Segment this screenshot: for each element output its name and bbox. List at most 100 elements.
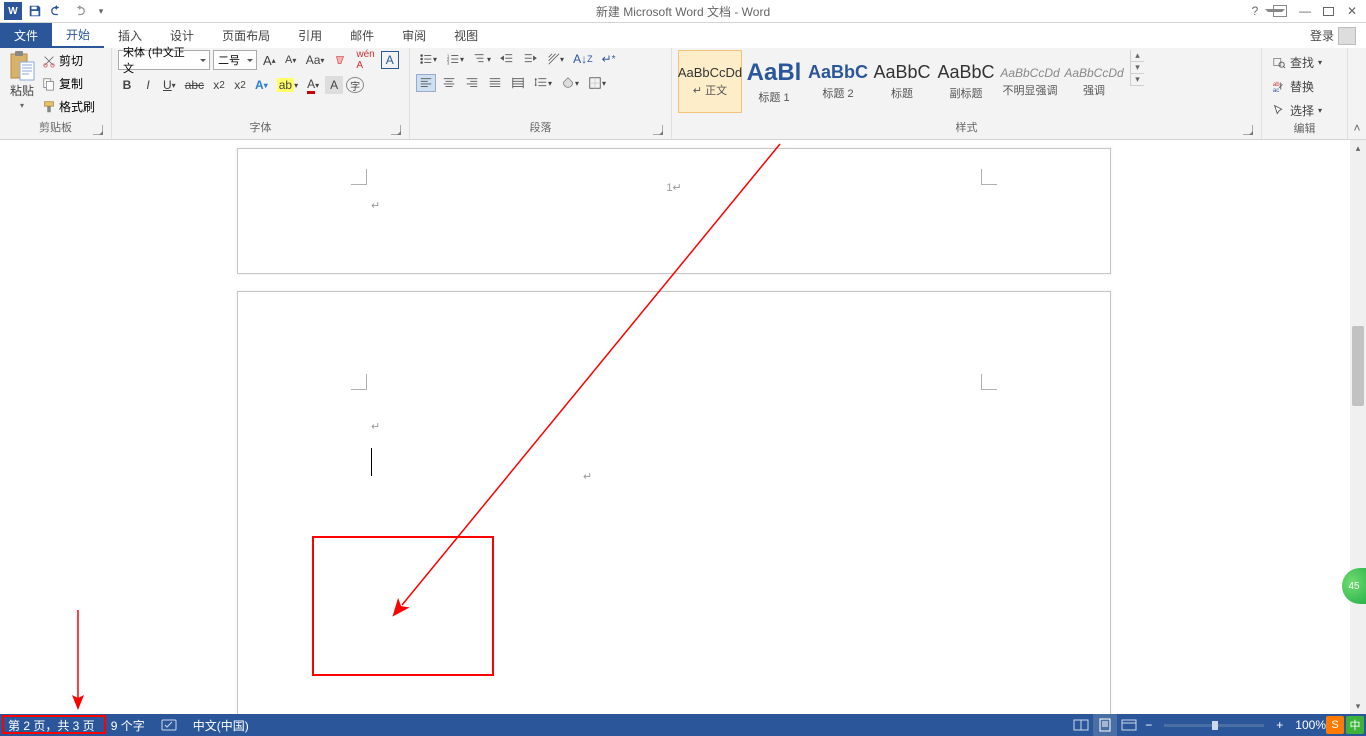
view-web-layout-icon[interactable]	[1117, 714, 1141, 736]
font-name-select[interactable]: 宋体 (中文正文	[118, 50, 210, 70]
increase-indent-button[interactable]	[520, 50, 540, 68]
distributed-button[interactable]	[508, 74, 528, 92]
tab-file[interactable]: 文件	[0, 23, 52, 48]
grow-font-button[interactable]: A▴	[260, 51, 279, 69]
styles-launcher-icon[interactable]	[1243, 125, 1253, 135]
save-icon[interactable]	[26, 2, 44, 20]
sort-button[interactable]: A↓Z	[570, 50, 596, 68]
status-language[interactable]: 中文(中国)	[185, 714, 257, 736]
zoom-in-icon[interactable]: +	[1272, 714, 1287, 736]
subscript-button[interactable]: x2	[210, 76, 228, 94]
character-border-button[interactable]: A	[381, 51, 399, 69]
align-right-button[interactable]	[462, 74, 482, 92]
style-4[interactable]: AaBbC副标题	[934, 50, 998, 113]
decrease-indent-button[interactable]	[497, 50, 517, 68]
replace-icon: abac	[1272, 79, 1286, 93]
scrollbar-thumb[interactable]	[1352, 326, 1364, 406]
borders-button[interactable]: ▾	[585, 74, 609, 92]
ime-sogou-icon[interactable]: S	[1326, 716, 1344, 734]
status-word-count[interactable]: 9 个字	[103, 714, 153, 736]
zoom-slider-knob[interactable]	[1212, 721, 1218, 730]
tab-mailings[interactable]: 邮件	[336, 23, 388, 48]
vertical-scrollbar[interactable]: ▴ ▾	[1350, 140, 1366, 714]
enclose-characters-button[interactable]: 字	[346, 77, 364, 93]
style-2[interactable]: AaBbC标题 2	[806, 50, 870, 113]
style-6[interactable]: AaBbCcDd强调	[1062, 50, 1126, 113]
ribbon-display-icon[interactable]	[1273, 5, 1287, 17]
zoom-slider[interactable]	[1164, 724, 1264, 727]
view-read-mode-icon[interactable]	[1069, 714, 1093, 736]
group-paragraph-label: 段落	[416, 119, 665, 137]
font-color-button[interactable]: A▾	[304, 76, 322, 94]
tab-home[interactable]: 开始	[52, 23, 104, 48]
show-hide-marks-button[interactable]: ↵*	[599, 50, 619, 68]
tab-page-layout[interactable]: 页面布局	[208, 23, 284, 48]
ime-chinese-icon[interactable]: 中	[1346, 716, 1364, 734]
shrink-font-button[interactable]: A▾	[282, 51, 300, 69]
multilevel-list-button[interactable]: ▾	[470, 50, 494, 68]
asian-layout-button[interactable]: ▾	[543, 50, 567, 68]
italic-button[interactable]: I	[139, 76, 157, 94]
bullets-button[interactable]: ▾	[416, 50, 440, 68]
tab-review[interactable]: 审阅	[388, 23, 440, 48]
qat-customize-icon[interactable]: ▾	[92, 2, 110, 20]
strikethrough-button[interactable]: abc	[182, 76, 207, 94]
bold-button[interactable]: B	[118, 76, 136, 94]
underline-button[interactable]: U▾	[160, 76, 179, 94]
sign-in[interactable]: 登录	[1300, 23, 1366, 48]
select-button[interactable]: 选择▾	[1268, 100, 1326, 120]
align-center-button[interactable]	[439, 74, 459, 92]
line-spacing-button[interactable]: ▾	[531, 74, 555, 92]
status-proofing-icon[interactable]	[153, 714, 185, 736]
zoom-out-icon[interactable]: −	[1141, 714, 1156, 736]
paste-button[interactable]: 粘贴 ▾	[6, 50, 38, 112]
style-5[interactable]: AaBbCcDd不明显强调	[998, 50, 1062, 113]
style-3[interactable]: AaBbC标题	[870, 50, 934, 113]
view-print-layout-icon[interactable]	[1093, 714, 1117, 736]
close-icon[interactable]: ✕	[1342, 4, 1362, 18]
character-shading-button[interactable]: A	[325, 76, 343, 94]
shading-button[interactable]: ▾	[558, 74, 582, 92]
svg-text:ac: ac	[1273, 87, 1279, 93]
copy-label: 复制	[59, 75, 83, 92]
collapse-ribbon-icon[interactable]: ˄	[1348, 48, 1366, 139]
find-button[interactable]: 查找▾	[1268, 52, 1326, 72]
copy-button[interactable]: 复制	[42, 75, 95, 92]
numbering-button[interactable]: 123▾	[443, 50, 467, 68]
tab-view[interactable]: 视图	[440, 23, 492, 48]
tab-references[interactable]: 引用	[284, 23, 336, 48]
undo-icon[interactable]	[48, 2, 66, 20]
scroll-down-icon[interactable]: ▾	[1350, 698, 1366, 714]
align-left-button[interactable]	[416, 74, 436, 92]
redo-icon[interactable]	[70, 2, 88, 20]
scrollbar-track[interactable]	[1350, 156, 1366, 698]
quick-access-toolbar: W ▾	[0, 2, 114, 20]
minimize-icon[interactable]: —	[1295, 4, 1315, 18]
scroll-up-icon[interactable]: ▴	[1350, 140, 1366, 156]
styles-scroll-up-icon[interactable]: ▴	[1131, 50, 1144, 62]
clipboard-launcher-icon[interactable]	[93, 125, 103, 135]
help-icon[interactable]: ?	[1245, 4, 1265, 18]
word-app-icon[interactable]: W	[4, 2, 22, 20]
cut-button[interactable]: 剪切	[42, 52, 95, 69]
font-launcher-icon[interactable]	[391, 125, 401, 135]
replace-button[interactable]: abac替换	[1268, 76, 1326, 96]
font-size-select[interactable]: 二号	[213, 50, 257, 70]
styles-scroll-down-icon[interactable]: ▾	[1131, 62, 1144, 74]
title-bar: W ▾ 新建 Microsoft Word 文档 - Word ? — ✕	[0, 0, 1366, 23]
phonetic-guide-button[interactable]: wénA	[353, 51, 377, 69]
justify-button[interactable]	[485, 74, 505, 92]
paragraph-launcher-icon[interactable]	[653, 125, 663, 135]
text-effects-button[interactable]: A▾	[252, 76, 271, 94]
style-1[interactable]: AaBl标题 1	[742, 50, 806, 113]
maximize-icon[interactable]	[1323, 7, 1334, 16]
document-area[interactable]: 1↵ ↵ ↵ ↵	[0, 140, 1350, 714]
copy-icon	[42, 77, 56, 91]
clear-formatting-button[interactable]	[330, 51, 350, 69]
highlight-color-button[interactable]: ab▾	[274, 76, 301, 94]
change-case-button[interactable]: Aa▾	[303, 51, 328, 69]
style-0[interactable]: AaBbCcDd↵ 正文	[678, 50, 742, 113]
format-painter-button[interactable]: 格式刷	[42, 98, 95, 115]
styles-more-icon[interactable]: ▾	[1131, 74, 1144, 86]
superscript-button[interactable]: x2	[231, 76, 249, 94]
